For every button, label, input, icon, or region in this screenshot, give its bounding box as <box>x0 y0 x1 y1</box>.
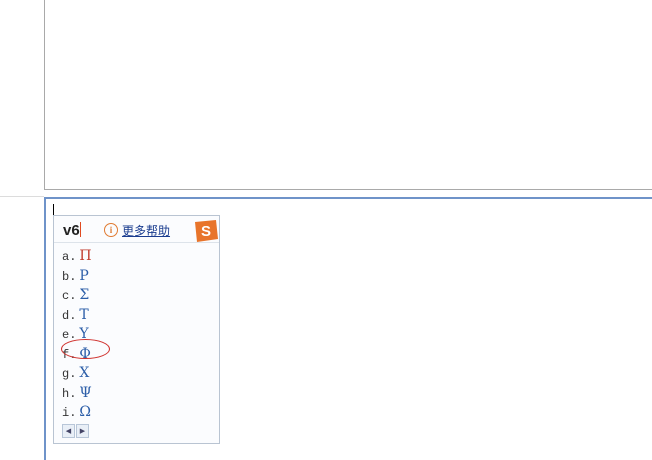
svg-text:S: S <box>201 223 211 240</box>
candidate-c[interactable]: c. Σ <box>62 284 89 303</box>
candidate-key: i. <box>62 406 77 420</box>
candidate-key: c. <box>62 289 77 303</box>
candidate-i[interactable]: i. Ω <box>62 401 91 420</box>
candidate-e[interactable]: e. Υ <box>62 323 89 342</box>
candidate-d[interactable]: d. Τ <box>62 304 89 323</box>
candidate-key: g. <box>62 367 77 381</box>
candidate-key: a. <box>62 250 77 264</box>
candidate-char: Π <box>79 248 92 264</box>
candidate-g[interactable]: g. Χ <box>62 362 89 381</box>
composition-row: v6 i 更多帮助 S <box>54 216 219 243</box>
more-help-link[interactable]: 更多帮助 <box>122 222 170 239</box>
candidate-char: Τ <box>79 306 89 323</box>
composition-caret <box>80 222 81 237</box>
candidate-key: h. <box>62 386 77 401</box>
candidate-char: Σ <box>79 287 90 303</box>
candidate-f[interactable]: f. Φ <box>62 343 91 362</box>
candidate-a[interactable]: a. Π <box>62 245 92 264</box>
previous-cell-area[interactable] <box>44 0 652 190</box>
candidate-key: e. <box>62 328 77 342</box>
candidate-char: Ψ <box>79 384 92 401</box>
pinyin-input: v6 <box>63 222 80 239</box>
candidate-key: f. <box>62 347 77 362</box>
page-navigation: ◀ ▶ <box>62 424 90 438</box>
candidate-key: d. <box>62 308 77 323</box>
candidate-key: b. <box>62 269 77 284</box>
prev-page-button[interactable]: ◀ <box>62 424 75 438</box>
ime-candidate-window: v6 i 更多帮助 S a. Π b. Ρ c. Σ d. Τ e. Υ f. Φ g. Χ <box>53 215 220 444</box>
candidate-char: Υ <box>79 326 89 342</box>
candidate-char: Ω <box>79 404 92 420</box>
candidate-b[interactable]: b. Ρ <box>62 265 89 284</box>
next-page-button[interactable]: ▶ <box>76 424 89 438</box>
sogou-logo-icon[interactable]: S <box>192 219 219 243</box>
info-icon[interactable]: i <box>104 223 118 237</box>
row-divider <box>0 196 44 197</box>
candidate-char: Φ <box>79 345 91 362</box>
candidate-char: Χ <box>79 365 90 381</box>
candidate-char: Ρ <box>79 267 89 284</box>
candidate-h[interactable]: h. Ψ <box>62 382 92 401</box>
